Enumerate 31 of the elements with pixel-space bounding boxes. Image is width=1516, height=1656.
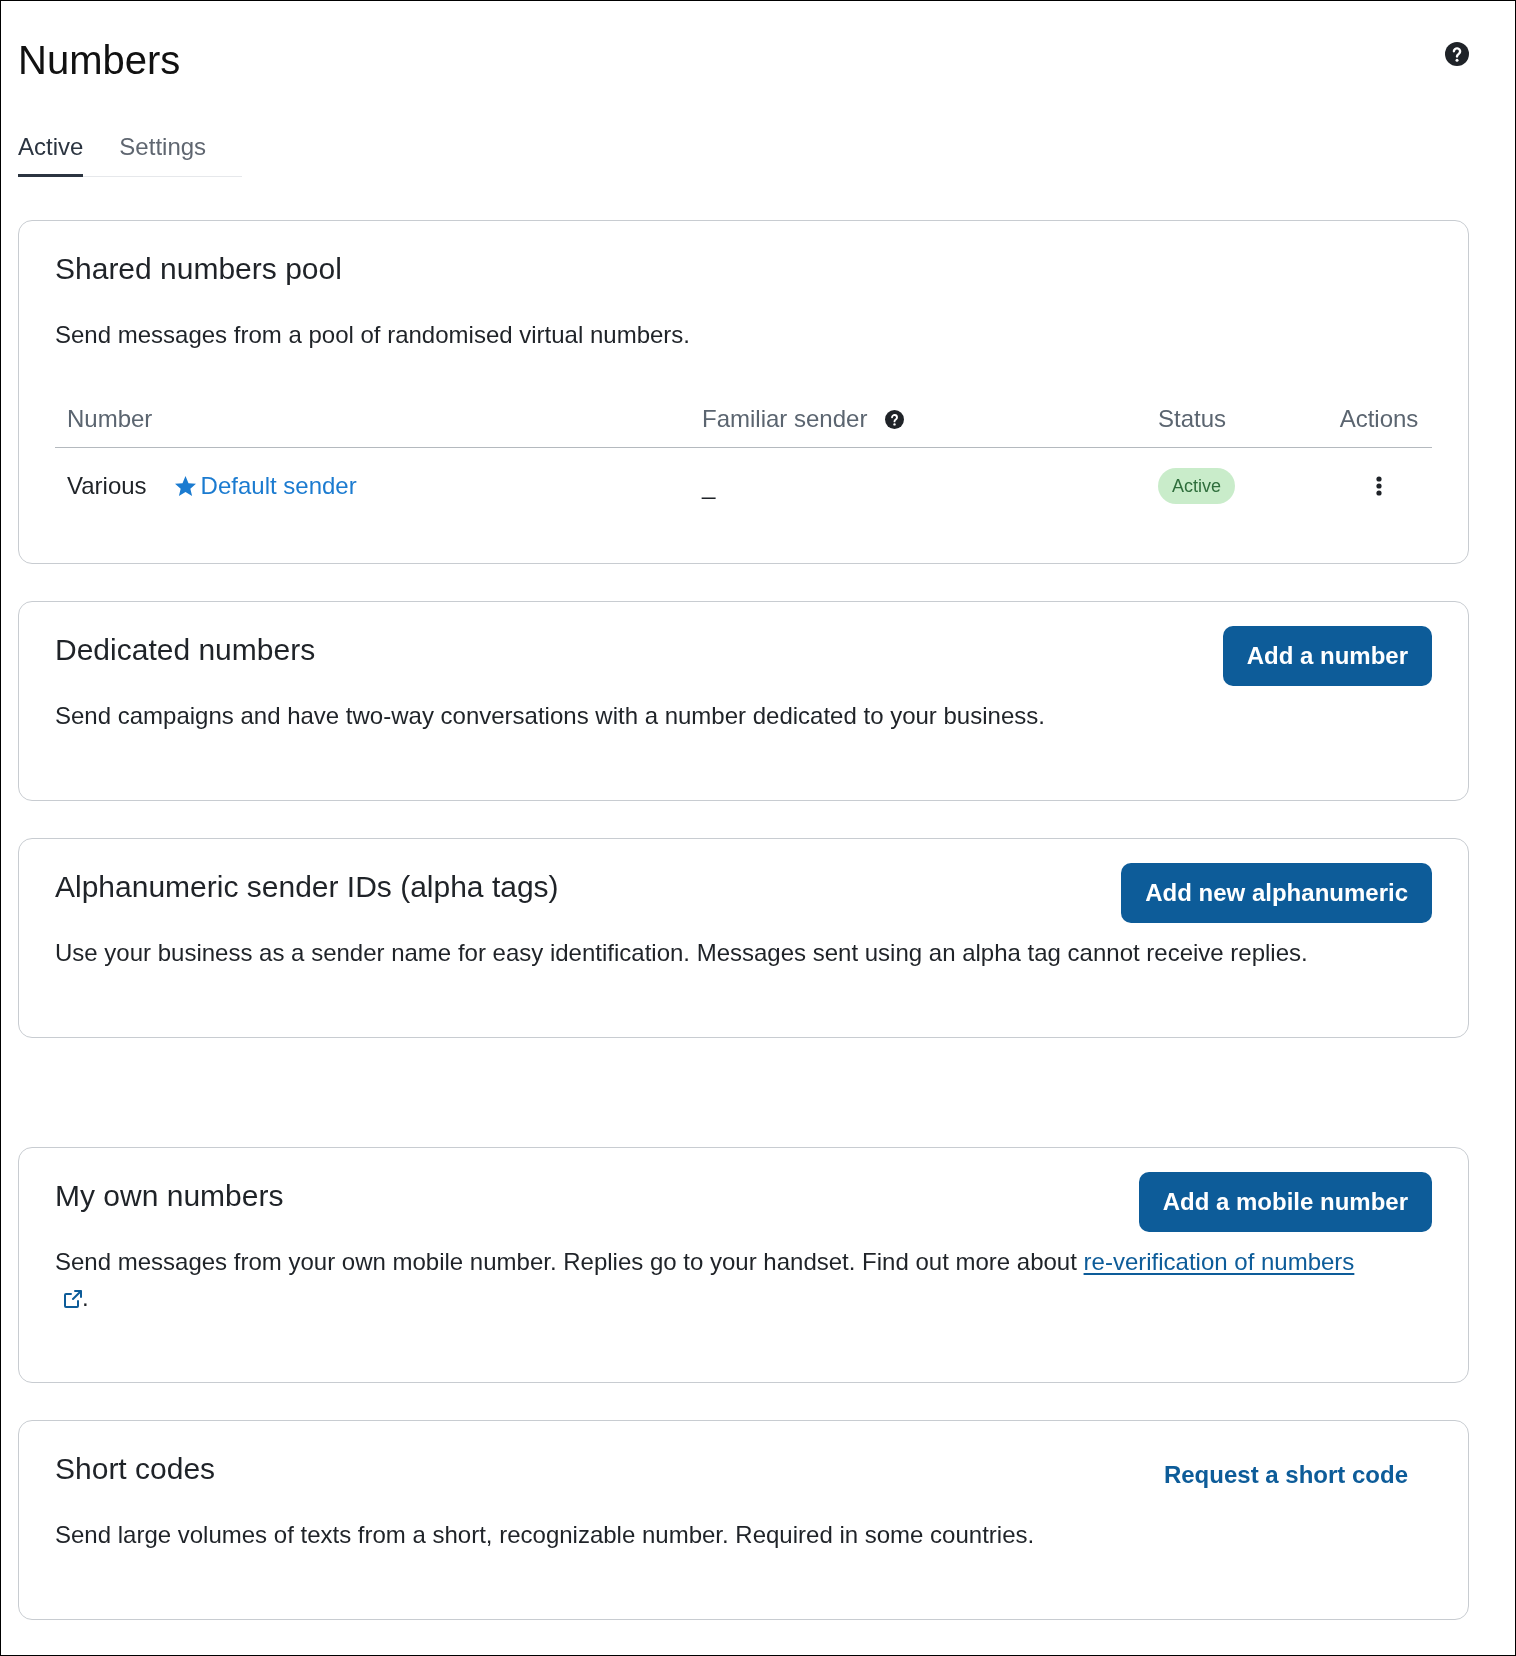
number-text: Various — [67, 471, 147, 501]
section-description: Send messages from a pool of randomised virtual numbers. — [55, 320, 691, 350]
status-badge: Active — [1158, 468, 1236, 504]
external-link-icon[interactable] — [64, 1290, 82, 1308]
action-button[interactable]: Add a mobile number — [1138, 1172, 1432, 1232]
section-title: My own numbers — [55, 1178, 284, 1214]
column-header: Actions — [1339, 404, 1419, 434]
column-header: Number — [67, 404, 153, 434]
section-title: Short codes — [55, 1451, 216, 1487]
help-icon[interactable] — [1445, 42, 1469, 66]
section-title: Alphanumeric sender IDs (alpha tags) — [55, 869, 559, 905]
text-link[interactable]: re-verification of numbers — [1083, 1248, 1355, 1275]
action-button[interactable]: Add a number — [1222, 626, 1432, 686]
section-description: Send messages from your own mobile number. Replies go to your handset. Find out more about re-verification of numbers . — [55, 1247, 1356, 1313]
vertical-dots-icon[interactable] — [1376, 476, 1382, 496]
page-title: Numbers — [18, 37, 181, 84]
action-button[interactable]: Add new alphanumeric — [1121, 863, 1432, 923]
section-description: Use your business as a sender name for easy identification. Messages sent using an alpha tag cannot receive replies. — [55, 938, 1309, 968]
tab[interactable]: Settings — [119, 124, 207, 177]
star-icon — [174, 476, 196, 496]
section-title: Dedicated numbers — [55, 632, 316, 668]
section-description: Send large volumes of texts from a short, recognizable number. Required in some countries. — [55, 1520, 1036, 1550]
action-link[interactable]: Request a short code — [1139, 1445, 1432, 1505]
section-description: Send campaigns and have two-way conversations with a number dedicated to your business. — [55, 701, 1046, 731]
default-sender-label: Default sender — [200, 471, 357, 501]
column-header: Status — [1158, 404, 1227, 434]
section-title: Shared numbers pool — [55, 251, 342, 287]
column-header: Familiar sender — [702, 404, 868, 434]
familiar-sender-text: _ — [702, 471, 716, 501]
help-icon[interactable] — [885, 409, 905, 429]
tab[interactable]: Active — [18, 124, 84, 177]
